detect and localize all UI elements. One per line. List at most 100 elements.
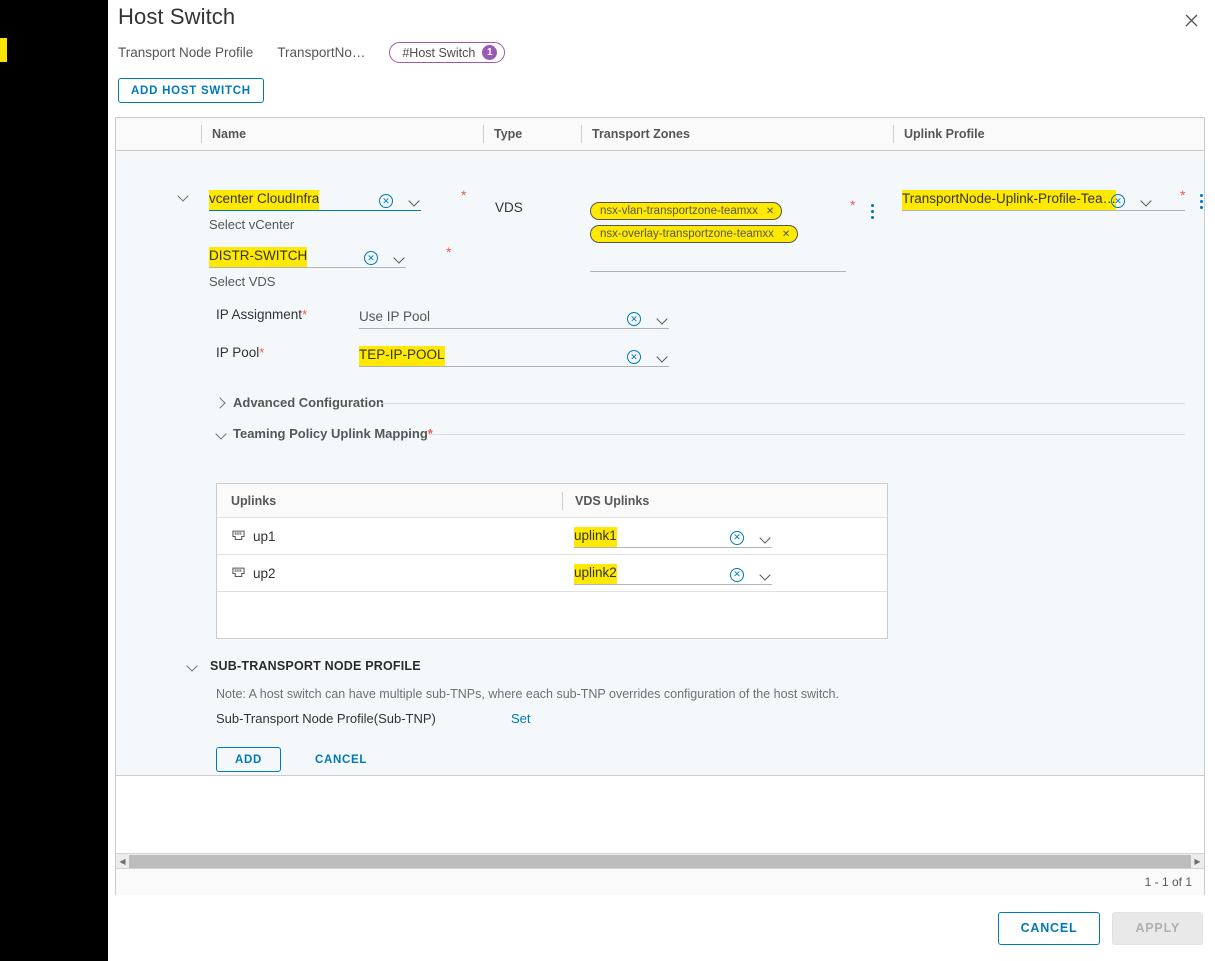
vds-required-asterisk: * xyxy=(446,244,452,260)
close-icon[interactable] xyxy=(1179,8,1203,32)
breadcrumb: Transport Node Profile TransportNo… #Hos… xyxy=(118,42,506,63)
column-header-expand xyxy=(116,125,201,143)
ip-assignment-label: IP Assignment* xyxy=(216,307,307,322)
vds-uplink-value: uplink1 xyxy=(574,526,617,547)
chevron-down-icon[interactable] xyxy=(394,252,406,264)
breadcrumb-badge-host-switch[interactable]: #Host Switch 1 xyxy=(389,42,506,63)
uplink-profile-select[interactable]: TransportNode-Uplink-Profile-Tea… ✕ xyxy=(902,187,1185,211)
transport-zones-underline xyxy=(590,271,846,272)
uplink-table-header: Uplinks VDS Uplinks xyxy=(217,484,887,518)
column-header-type: Type xyxy=(483,125,581,143)
column-header-transport-zones: Transport Zones xyxy=(581,125,893,143)
vcenter-value: vcenter CloudInfra xyxy=(209,190,320,210)
breadcrumb-badge-label: #Host Switch xyxy=(402,45,476,60)
chevron-down-icon[interactable] xyxy=(760,532,772,544)
chevron-down-icon[interactable] xyxy=(1141,195,1153,207)
breadcrumb-badge-count: 1 xyxy=(482,45,498,60)
vds-uplink-clear-icon[interactable]: ✕ xyxy=(730,530,744,545)
ip-assignment-field: Use IP Pool ✕ xyxy=(359,305,669,329)
vcenter-field: vcenter CloudInfra ✕ Select vCenter xyxy=(209,187,421,232)
vcenter-required-asterisk: * xyxy=(461,187,467,203)
chevron-down-icon[interactable] xyxy=(760,569,772,581)
ip-pool-required-asterisk: * xyxy=(259,345,265,360)
datagrid-header-row: Name Type Transport Zones Uplink Profile xyxy=(116,118,1204,151)
row-expand-toggle[interactable] xyxy=(177,189,191,208)
close-icon[interactable]: ✕ xyxy=(782,229,790,240)
ip-pool-label-text: IP Pool xyxy=(216,345,260,360)
screen-root: Host Switch Transport Node Profile Trans… xyxy=(0,0,1215,961)
apply-button: APPLY xyxy=(1112,911,1203,945)
uplink-name-cell: up2 xyxy=(217,566,562,581)
chevron-down-icon[interactable] xyxy=(657,351,669,363)
column-header-uplink-profile: Uplink Profile xyxy=(893,125,1203,143)
add-button[interactable]: ADD xyxy=(216,747,282,772)
transport-zones-cell[interactable]: nsx-vlan-transportzone-teamxx ✕ nsx-over… xyxy=(590,201,890,247)
sub-tnp-field-label: Sub-Transport Node Profile(Sub-TNP) xyxy=(216,711,436,726)
ip-assignment-clear-icon[interactable]: ✕ xyxy=(627,312,641,326)
column-header-vds-uplinks: VDS Uplinks xyxy=(562,491,887,510)
horizontal-scrollbar[interactable]: ◀ ▶ xyxy=(116,853,1204,868)
scrollbar-thumb[interactable] xyxy=(129,854,1191,868)
chevron-down-icon[interactable] xyxy=(657,313,669,325)
vds-uplink-select[interactable]: uplink1 ✕ xyxy=(574,524,772,548)
dialog-footer: CANCEL APPLY xyxy=(108,895,1215,961)
vds-uplink-select[interactable]: uplink2 ✕ xyxy=(574,561,772,585)
uplink-mapping-row: up1 uplink1 ✕ xyxy=(217,518,887,555)
vds-value: DISTR-SWITCH xyxy=(209,247,308,267)
host-switch-datagrid: Name Type Transport Zones Uplink Profile… xyxy=(115,117,1205,895)
uplink-name-cell: up1 xyxy=(217,529,562,544)
breadcrumb-item-transport-node[interactable]: TransportNo… xyxy=(277,45,365,60)
sub-transport-node-profile-title: SUB-TRANSPORT NODE PROFILE xyxy=(210,659,421,673)
host-switch-dialog: Host Switch Transport Node Profile Trans… xyxy=(108,0,1215,961)
ip-assignment-select[interactable]: Use IP Pool ✕ xyxy=(359,305,669,329)
column-header-uplinks: Uplinks xyxy=(231,493,277,508)
ip-pool-select[interactable]: TEP-IP-POOL ✕ xyxy=(359,343,669,367)
uplink-profile-clear-icon[interactable]: ✕ xyxy=(1111,194,1125,208)
table-row: vcenter CloudInfra ✕ Select vCenter * DI… xyxy=(116,151,1204,776)
vds-uplink-clear-icon[interactable]: ✕ xyxy=(730,567,744,582)
uplink-name: up1 xyxy=(253,528,276,544)
advanced-configuration-label: Advanced Configuration xyxy=(233,395,384,410)
uplink-mapping-row: up2 uplink2 ✕ xyxy=(217,555,887,592)
add-host-switch-button[interactable]: ADD HOST SWITCH xyxy=(118,78,264,103)
close-icon[interactable]: ✕ xyxy=(766,206,774,217)
scroll-left-icon[interactable]: ◀ xyxy=(116,857,129,866)
uplink-profile-row-menu[interactable] xyxy=(1194,194,1208,209)
teaming-policy-label: Teaming Policy Uplink Mapping xyxy=(233,426,428,441)
uplink-profile-required-asterisk: * xyxy=(1180,187,1186,203)
ip-assignment-label-text: IP Assignment xyxy=(216,307,303,322)
vcenter-clear-icon[interactable]: ✕ xyxy=(379,194,393,208)
transport-zone-chip[interactable]: nsx-vlan-transportzone-teamxx ✕ xyxy=(590,202,783,220)
sub-transport-node-profile-toggle[interactable]: SUB-TRANSPORT NODE PROFILE xyxy=(186,659,421,673)
cancel-row-button[interactable]: CANCEL xyxy=(309,747,373,772)
transport-zones-row-menu[interactable] xyxy=(865,204,879,219)
chevron-down-icon xyxy=(186,659,200,673)
page-title: Host Switch xyxy=(118,4,236,29)
uplink-mapping-table: Uplinks VDS Uplinks up1 uplink1 ✕ up2 up… xyxy=(216,483,888,639)
teaming-policy-divider xyxy=(429,434,1185,435)
advanced-configuration-toggle[interactable]: Advanced Configuration xyxy=(215,395,384,410)
transport-zone-chip[interactable]: nsx-overlay-transportzone-teamxx ✕ xyxy=(590,225,799,243)
uplink-table-empty-area xyxy=(217,592,887,637)
chevron-down-icon xyxy=(215,427,229,441)
transport-zone-label: nsx-vlan-transportzone-teamxx xyxy=(600,205,758,217)
column-header-name: Name xyxy=(201,125,483,143)
scroll-right-icon[interactable]: ▶ xyxy=(1191,857,1204,866)
vds-clear-icon[interactable]: ✕ xyxy=(364,251,378,265)
uplink-profile-value: TransportNode-Uplink-Profile-Tea… xyxy=(902,190,1117,210)
vds-uplink-value: uplink2 xyxy=(574,563,617,584)
ip-pool-label: IP Pool* xyxy=(216,345,264,360)
transport-zones-required-asterisk: * xyxy=(850,197,856,213)
transport-zone-label: nsx-overlay-transportzone-teamxx xyxy=(600,228,774,240)
chevron-down-icon[interactable] xyxy=(409,195,421,207)
vds-helper-text: Select VDS xyxy=(209,274,276,289)
vds-uplink-cell: uplink1 ✕ xyxy=(562,518,887,555)
cancel-button[interactable]: CANCEL xyxy=(997,911,1101,945)
vds-select[interactable]: DISTR-SWITCH ✕ xyxy=(209,244,406,268)
sub-tnp-set-link[interactable]: Set xyxy=(511,711,531,726)
datagrid-empty-area xyxy=(116,776,1204,853)
teaming-policy-toggle[interactable]: Teaming Policy Uplink Mapping * xyxy=(215,426,433,441)
vcenter-select[interactable]: vcenter CloudInfra ✕ xyxy=(209,187,421,211)
breadcrumb-item-transport-node-profile[interactable]: Transport Node Profile xyxy=(118,45,253,60)
ip-pool-clear-icon[interactable]: ✕ xyxy=(627,350,641,364)
